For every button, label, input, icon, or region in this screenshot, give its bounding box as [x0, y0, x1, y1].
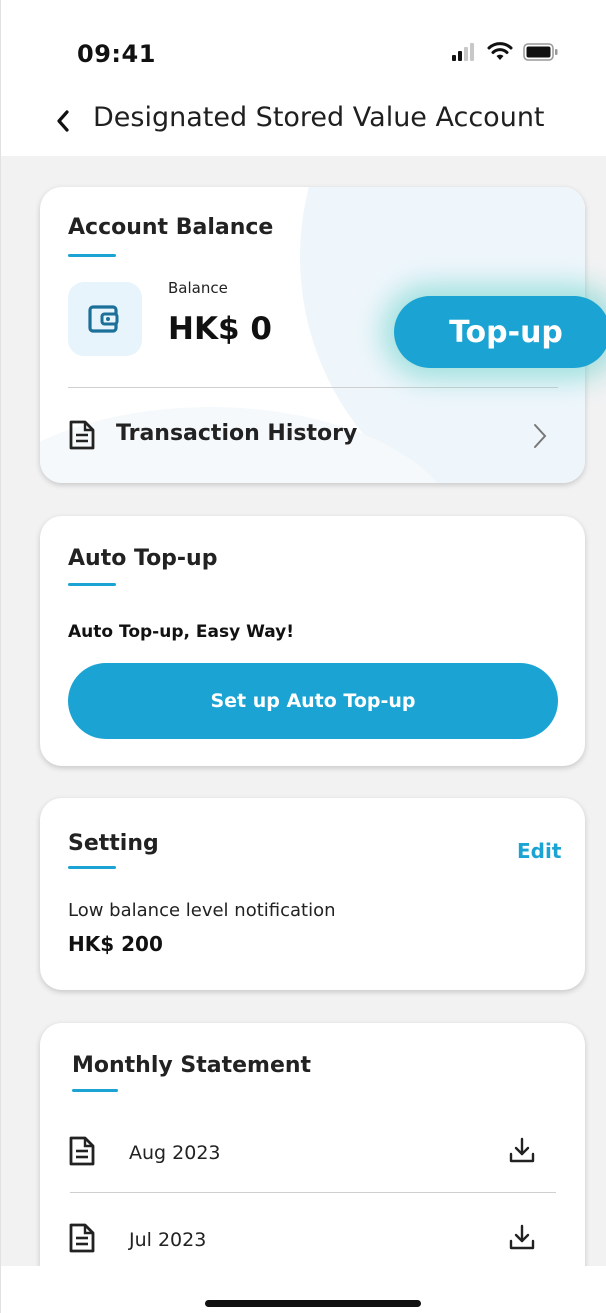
battery-icon	[523, 43, 558, 61]
document-icon	[69, 1136, 95, 1166]
home-indicator-area	[1, 1266, 606, 1313]
title-underline	[68, 583, 116, 586]
auto-topup-card: Auto Top-up Auto Top-up, Easy Way! Set u…	[40, 516, 585, 766]
status-bar: 09:41	[1, 0, 606, 92]
wifi-icon	[487, 42, 513, 60]
setting-title: Setting	[68, 831, 159, 856]
nav-header: Designated Stored Value Account	[1, 92, 606, 156]
transaction-history-label: Transaction History	[116, 421, 358, 446]
document-icon	[69, 420, 95, 450]
setup-auto-topup-button[interactable]: Set up Auto Top-up	[68, 663, 558, 739]
statement-month: Aug 2023	[129, 1142, 221, 1164]
chevron-right-icon	[534, 424, 547, 448]
download-icon[interactable]	[508, 1136, 536, 1166]
signal-icon	[452, 43, 474, 61]
statement-row[interactable]: Aug 2023	[40, 1130, 585, 1186]
home-indicator[interactable]	[205, 1300, 421, 1307]
divider	[68, 387, 558, 388]
page-title: Designated Stored Value Account	[93, 102, 545, 133]
status-time: 09:41	[77, 40, 156, 68]
status-icons	[451, 42, 559, 62]
app-screen: 09:41 Designated Stored Value Account Ac…	[0, 0, 606, 1313]
edit-link[interactable]: Edit	[517, 839, 561, 863]
balance-value: HK$ 0	[168, 311, 272, 347]
low-balance-label: Low balance level notification	[68, 900, 336, 921]
title-underline	[72, 1089, 118, 1092]
low-balance-value: HK$ 200	[68, 932, 163, 956]
balance-label: Balance	[168, 279, 228, 297]
monthly-statement-title: Monthly Statement	[72, 1053, 312, 1078]
topup-button[interactable]: Top-up	[394, 296, 606, 368]
transaction-history-link[interactable]: Transaction History	[40, 412, 585, 472]
wallet-icon-box	[68, 282, 142, 356]
wallet-icon	[88, 305, 119, 333]
download-icon[interactable]	[508, 1223, 536, 1253]
title-underline	[68, 254, 116, 257]
auto-topup-subtitle: Auto Top-up, Easy Way!	[68, 622, 295, 642]
auto-topup-title: Auto Top-up	[68, 546, 218, 571]
statement-row[interactable]: Jul 2023	[40, 1217, 585, 1273]
document-icon	[69, 1223, 95, 1253]
setting-card: Setting Edit Low balance level notificat…	[40, 798, 585, 990]
account-balance-title: Account Balance	[68, 215, 274, 240]
chevron-left-icon[interactable]	[51, 106, 75, 136]
statement-month: Jul 2023	[129, 1229, 207, 1251]
divider	[70, 1192, 556, 1193]
title-underline	[68, 866, 116, 869]
